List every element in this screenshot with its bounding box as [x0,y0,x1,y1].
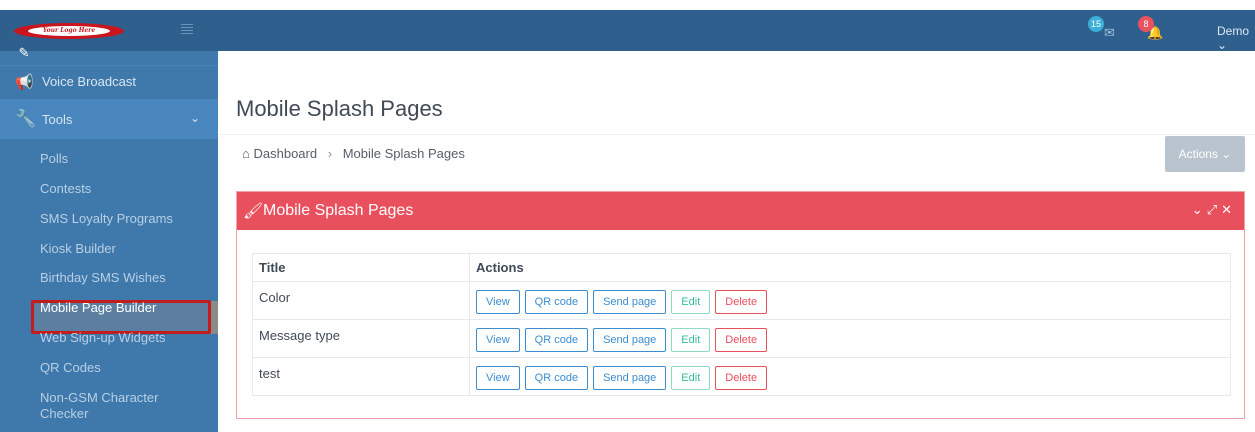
chevron-down-icon: ⌄ [190,111,201,125]
column-actions: Actions [469,253,1231,282]
delete-button[interactable]: Delete [715,290,768,314]
sidebar-subitem-kiosk-builder[interactable]: Kiosk Builder [40,241,116,256]
megaphone-icon: 📢 [15,74,34,91]
menu-toggle-icon[interactable] [181,24,193,35]
envelope-icon[interactable]: ✉ [1104,25,1115,41]
logo[interactable]: Your Logo Here [14,23,124,39]
sidebar-subitem-mobile-page-builder[interactable]: Mobile Page Builder [40,300,156,315]
splash-pages-card: 🖌 Mobile Splash Pages ⌄⤢✕ Title Actions … [236,191,1245,419]
send-page-button[interactable]: Send page [593,328,667,352]
edit-button[interactable]: Edit [671,328,711,352]
sidebar: Your Logo Here ✎ 📢 Voice Broadcast 🔧 Too… [0,10,218,432]
card-title: Mobile Splash Pages [263,202,414,219]
send-page-button[interactable]: Send page [593,366,667,390]
close-icon[interactable]: ✕ [1221,202,1236,217]
actions-button[interactable]: Actions ⌄ [1165,136,1245,172]
qr-code-button[interactable]: QR code [524,328,589,352]
expand-icon[interactable]: ⤢ [1207,202,1221,217]
notifications-badge: 8 [1138,16,1154,32]
qr-code-button[interactable]: QR code [524,290,589,314]
logo-text: Your Logo Here [28,26,110,36]
sidebar-item-label: Tools [42,112,73,127]
breadcrumb: ⌂ Dashboard › Mobile Splash Pages Action… [218,134,1255,172]
row-title: Message type [252,319,470,358]
row-actions: View QR code Send page Edit Delete [469,357,1231,396]
breadcrumb-dashboard-link[interactable]: Dashboard [253,146,317,161]
send-page-button[interactable]: Send page [593,290,667,314]
sidebar-subitem-web-signup-widgets[interactable]: Web Sign-up Widgets [40,330,166,345]
view-button[interactable]: View [476,366,520,390]
edit-button[interactable]: Edit [671,290,711,314]
row-actions: View QR code Send page Edit Delete [469,281,1231,320]
sidebar-subitem-non-gsm-checker-line2: Checker [40,406,89,421]
row-title: Color [252,281,470,320]
sidebar-subitem-non-gsm-checker[interactable]: Non-GSM Character [40,390,158,405]
topbar: ✉ 15 🔔 8 Demo ⌄ [218,10,1255,52]
sidebar-subitem-qr-codes[interactable]: QR Codes [40,360,101,375]
delete-button[interactable]: Delete [715,328,768,352]
messages-badge: 15 [1088,16,1105,32]
sidebar-subitem-polls[interactable]: Polls [40,151,68,166]
table-row: Message type View QR code Send page Edit Del… [252,319,1231,358]
wrench-icon: 🔧 [15,109,37,128]
home-icon: ⌂ [242,146,250,161]
table-header-row: Title Actions [252,253,1231,282]
row-title: test [252,357,470,396]
highlight-shadow [210,301,218,334]
delete-button[interactable]: Delete [715,366,768,390]
view-button[interactable]: View [476,328,520,352]
sidebar-item-voice-broadcast[interactable]: 📢 Voice Broadcast [0,65,218,97]
sidebar-item-label: Voice Broadcast [42,74,136,89]
paintbrush-icon: 🖌 [243,203,264,220]
sidebar-subitem-contests[interactable]: Contests [40,181,91,196]
user-menu[interactable]: Demo ⌄ [1217,24,1255,52]
page-title: Mobile Splash Pages [236,96,443,121]
breadcrumb-separator: › [327,146,333,161]
breadcrumb-current: Mobile Splash Pages [342,146,465,161]
edit-button[interactable]: Edit [671,366,711,390]
card-tools: ⌄⤢✕ [1192,202,1236,218]
column-title: Title [252,253,470,282]
collapse-icon[interactable]: ⌄ [1192,202,1207,217]
sidebar-subitem-sms-loyalty[interactable]: SMS Loyalty Programs [40,211,173,226]
table-row: test View QR code Send page Edit Delete [252,357,1231,396]
breadcrumb-trail: ⌂ Dashboard › Mobile Splash Pages [242,146,465,161]
table-row: Color View QR code Send page Edit Delete [252,281,1231,320]
row-actions: View QR code Send page Edit Delete [469,319,1231,358]
splash-pages-table: Title Actions Color View QR code Send page… [252,253,1231,396]
card-header: 🖌 Mobile Splash Pages ⌄⤢✕ [237,192,1244,230]
sidebar-subitem-birthday-sms[interactable]: Birthday SMS Wishes [40,270,166,285]
sidebar-item-partial[interactable]: ✎ [0,45,218,65]
view-button[interactable]: View [476,290,520,314]
qr-code-button[interactable]: QR code [524,366,589,390]
partial-icon: ✎ [18,45,30,60]
sidebar-item-tools[interactable]: 🔧 Tools ⌄ [0,99,218,139]
